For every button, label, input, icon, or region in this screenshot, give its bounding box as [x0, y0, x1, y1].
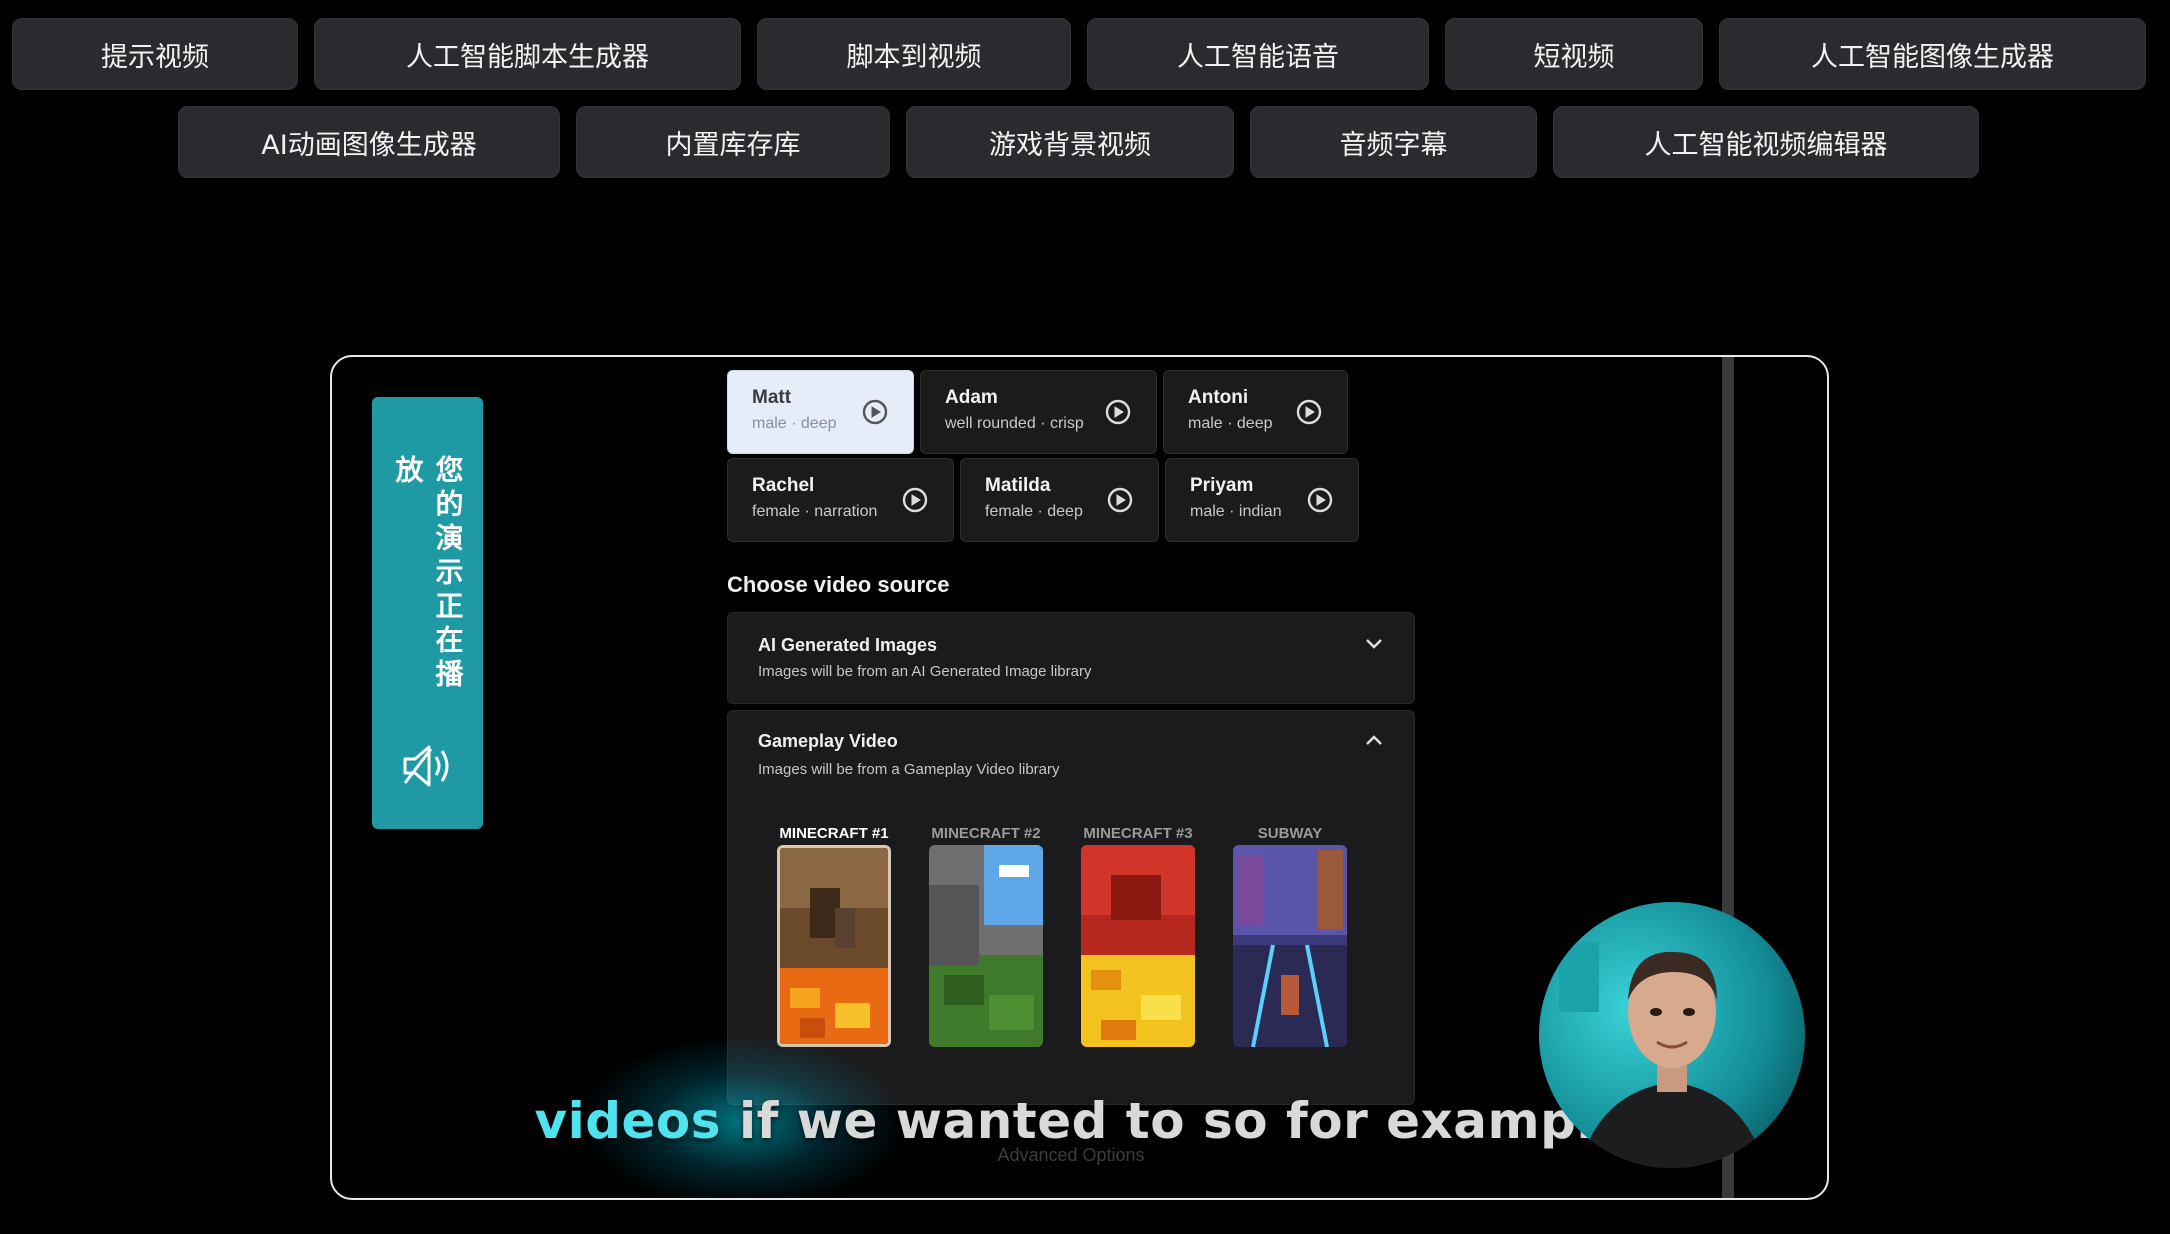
play-icon[interactable]	[1306, 486, 1334, 514]
presenter-webcam-bubble	[1539, 902, 1805, 1168]
game-label-minecraft-3: MINECRAFT #3	[1068, 825, 1208, 842]
nav-stock-library-button[interactable]: 内置库存库	[576, 106, 890, 178]
game-label-minecraft-2: MINECRAFT #2	[916, 825, 1056, 842]
source-desc: Images will be from a Gameplay Video lib…	[758, 761, 1060, 778]
nav-script-to-video-button[interactable]: 脚本到视频	[757, 18, 1071, 90]
voice-card-matilda[interactable]: Matilda female · deep	[960, 458, 1159, 542]
play-icon[interactable]	[1295, 398, 1323, 426]
play-icon[interactable]	[1104, 398, 1132, 426]
game-label-minecraft-1: MINECRAFT #1	[764, 825, 904, 842]
voice-card-adam[interactable]: Adam well rounded · crisp	[920, 370, 1157, 454]
caption-rest: if we wanted to so for example	[721, 1092, 1628, 1150]
ai-images-source-panel[interactable]: AI Generated Images Images will be from …	[727, 612, 1415, 704]
nav-ai-image-generator-button[interactable]: 人工智能图像生成器	[1719, 18, 2146, 90]
nav-row-1: 提示视频 人工智能脚本生成器 脚本到视频 人工智能语音 短视频 人工智能图像生成…	[0, 18, 2170, 90]
nav-ai-anime-image-generator-button[interactable]: AI动画图像生成器	[178, 106, 560, 178]
voice-card-priyam[interactable]: Priyam male · indian	[1165, 458, 1359, 542]
caption-highlight-word: videos	[535, 1092, 722, 1150]
nav-gameplay-background-video-button[interactable]: 游戏背景视频	[906, 106, 1234, 178]
game-thumbnail-minecraft-1[interactable]	[777, 845, 891, 1047]
nav-ai-voice-button[interactable]: 人工智能语音	[1087, 18, 1429, 90]
source-title: AI Generated Images	[758, 635, 937, 656]
voice-desc: male · deep	[1188, 415, 1347, 433]
game-thumbnail-minecraft-2[interactable]	[929, 845, 1043, 1047]
play-icon[interactable]	[1106, 486, 1134, 514]
demo-playing-badge[interactable]: 您的演示正在播放	[372, 397, 483, 829]
voice-name: Antoni	[1188, 387, 1347, 409]
voice-card-matt[interactable]: Matt male · deep	[727, 370, 914, 454]
demo-playing-label: 您的演示正在播放	[388, 455, 468, 717]
source-desc: Images will be from an AI Generated Imag…	[758, 663, 1092, 680]
source-title: Gameplay Video	[758, 731, 898, 752]
speaker-muted-icon[interactable]	[401, 743, 455, 793]
voice-card-antoni[interactable]: Antoni male · deep	[1163, 370, 1348, 454]
chevron-down-icon[interactable]	[1364, 637, 1384, 651]
voice-card-rachel[interactable]: Rachel female · narration	[727, 458, 954, 542]
nav-prompt-video-button[interactable]: 提示视频	[12, 18, 298, 90]
play-icon[interactable]	[861, 398, 889, 426]
game-thumbnail-subway-surfers[interactable]	[1233, 845, 1347, 1047]
nav-audio-captions-button[interactable]: 音频字幕	[1250, 106, 1537, 178]
chevron-up-icon[interactable]	[1364, 733, 1384, 747]
game-thumbnail-minecraft-3[interactable]	[1081, 845, 1195, 1047]
nav-short-video-button[interactable]: 短视频	[1445, 18, 1703, 90]
nav-ai-script-generator-button[interactable]: 人工智能脚本生成器	[314, 18, 741, 90]
demo-video-player[interactable]: 您的演示正在播放 Matt male · deep Adam well roun…	[330, 355, 1829, 1200]
nav-row-2: AI动画图像生成器 内置库存库 游戏背景视频 音频字幕 人工智能视频编辑器	[0, 106, 2170, 178]
video-source-heading: Choose video source	[727, 572, 950, 598]
nav-ai-video-editor-button[interactable]: 人工智能视频编辑器	[1553, 106, 1979, 178]
play-icon[interactable]	[901, 486, 929, 514]
